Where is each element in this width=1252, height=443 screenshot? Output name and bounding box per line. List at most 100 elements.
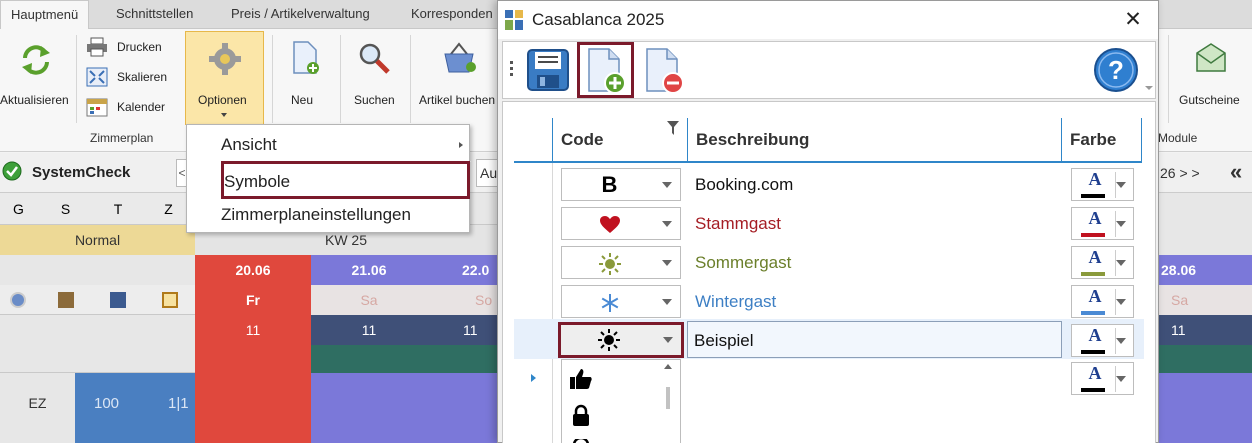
suchen-button[interactable]: Suchen [350, 39, 398, 119]
row-indicator-header [514, 118, 553, 163]
scroll-up-icon[interactable] [664, 364, 672, 369]
category-normal: Normal [0, 225, 195, 255]
chevron-down-icon [1116, 338, 1126, 344]
save-icon[interactable] [525, 47, 571, 93]
font-color-glyph: A [1088, 325, 1102, 345]
checkout-icon[interactable] [110, 292, 126, 308]
column-header-code[interactable]: Code [553, 118, 688, 163]
lock-icon[interactable] [571, 404, 591, 428]
column-header-code-label: Code [561, 130, 604, 149]
day-header: So [427, 285, 497, 315]
tab-hauptmenue[interactable]: Hauptmenü [0, 0, 90, 30]
availability-cell [311, 345, 497, 373]
description-cell[interactable]: Booking.com [695, 175, 793, 195]
toolbar-grip[interactable] [510, 61, 513, 64]
help-icon[interactable]: ? [1093, 47, 1139, 93]
description-cell[interactable]: Sommergast [695, 253, 791, 273]
tab-schnittstellen[interactable]: Schnittstellen [116, 0, 193, 29]
menu-item-ansicht[interactable]: Ansicht [221, 135, 277, 155]
optionen-button[interactable]: Optionen [185, 31, 264, 125]
symbol-select[interactable] [561, 246, 681, 279]
zoom-icon[interactable] [10, 292, 26, 308]
menu-item-symbole[interactable]: Symbole [221, 161, 470, 199]
color-picker[interactable]: A [1071, 246, 1134, 279]
gear-icon [208, 43, 241, 75]
ribbon-separator [1168, 35, 1169, 123]
gutscheine-button[interactable]: Gutscheine [1176, 39, 1246, 119]
calendar-icon [86, 98, 108, 117]
chevron-down-icon [1116, 299, 1126, 305]
availability-cell [195, 345, 311, 373]
add-symbol-button[interactable] [577, 42, 634, 98]
chevron-down-icon [662, 182, 672, 188]
neu-button[interactable]: Neu [282, 39, 328, 119]
booking-cell[interactable] [1159, 373, 1252, 443]
booking-cell[interactable] [311, 373, 497, 443]
filter-icon[interactable] [667, 121, 679, 135]
chevron-down-icon [663, 337, 673, 343]
ribbon-separator [272, 35, 273, 123]
color-picker[interactable]: A [1071, 324, 1134, 357]
font-color-glyph: A [1088, 363, 1102, 383]
chevron-down-icon [221, 113, 227, 117]
chevron-down-icon [662, 221, 672, 227]
basket-icon [444, 42, 476, 73]
voucher-icon [1196, 43, 1226, 72]
delete-symbol-icon[interactable] [641, 47, 687, 95]
tab-preis-artikelverwaltung[interactable]: Preis / Artikelverwaltung [231, 0, 370, 29]
color-picker[interactable]: A [1071, 168, 1134, 201]
kalender-button[interactable]: Kalender [86, 97, 176, 119]
color-picker[interactable]: A [1071, 362, 1134, 395]
count-cell: 11 [1159, 315, 1252, 345]
menu-item-zimmerplaneinstellungen[interactable]: Zimmerplaneinstellungen [221, 205, 411, 225]
svg-text:?: ? [1108, 55, 1124, 85]
house-icon[interactable] [162, 292, 178, 308]
skalieren-button[interactable]: Skalieren [86, 67, 176, 89]
symbol-select-active[interactable] [558, 322, 684, 358]
scale-icon [86, 67, 108, 87]
suchen-label: Suchen [354, 93, 395, 107]
symbol-select[interactable] [561, 207, 681, 240]
far-nav-button[interactable]: « [1230, 159, 1242, 185]
date-nav[interactable]: 26 > > [1160, 165, 1200, 181]
tab-korrespondenz[interactable]: Korresponden [411, 0, 493, 29]
description-cell[interactable]: Stammgast [695, 214, 781, 234]
scrollbar-thumb[interactable] [666, 387, 670, 409]
close-button[interactable]: ✕ [1118, 5, 1148, 35]
color-bar [1081, 233, 1105, 237]
color-picker[interactable]: A [1071, 285, 1134, 318]
symbol-select[interactable]: B [561, 168, 681, 201]
optionen-label: Optionen [198, 93, 247, 107]
chevron-right-icon [459, 142, 463, 148]
aus-field[interactable]: Au [476, 159, 498, 187]
toolbar-overflow-icon[interactable] [1145, 86, 1153, 90]
systemcheck-label[interactable]: SystemCheck [32, 164, 130, 181]
column-header-farbe[interactable]: Farbe [1062, 118, 1142, 163]
checkin-icon[interactable] [58, 292, 74, 308]
aktualisieren-button[interactable]: Aktualisieren [0, 39, 72, 114]
description-cell[interactable]: Wintergast [695, 292, 776, 312]
dialog-toolbar: ? [502, 41, 1156, 99]
room-ratio: 1|1 [168, 395, 189, 412]
chevron-down-icon [662, 260, 672, 266]
beschreibung-input[interactable]: Beispiel [687, 321, 1062, 358]
aktualisieren-label: Aktualisieren [0, 93, 69, 107]
room-number: 100 [94, 395, 120, 412]
column-header-beschreibung[interactable]: Beschreibung [688, 118, 1062, 163]
printer-icon [87, 37, 107, 57]
color-picker[interactable]: A [1071, 207, 1134, 240]
bold-b-symbol: B [601, 172, 618, 197]
dialog-title: Casablanca 2025 [532, 10, 665, 29]
color-bar [1081, 350, 1105, 354]
artikel-buchen-button[interactable]: Artikel buchen [418, 39, 496, 119]
group-label-zimmerplan: Zimmerplan [90, 131, 154, 145]
date-header: 28.06 [1159, 255, 1252, 285]
thumbs-up-icon[interactable] [569, 368, 593, 390]
symbol-select[interactable] [561, 285, 681, 318]
drucken-button[interactable]: Drucken [86, 37, 176, 59]
person-icon[interactable] [571, 439, 591, 443]
booking-cell[interactable] [195, 373, 311, 443]
room-row[interactable]: 100 1|1 [75, 373, 195, 443]
plan-icon-row [0, 285, 195, 315]
neu-label: Neu [291, 93, 314, 107]
